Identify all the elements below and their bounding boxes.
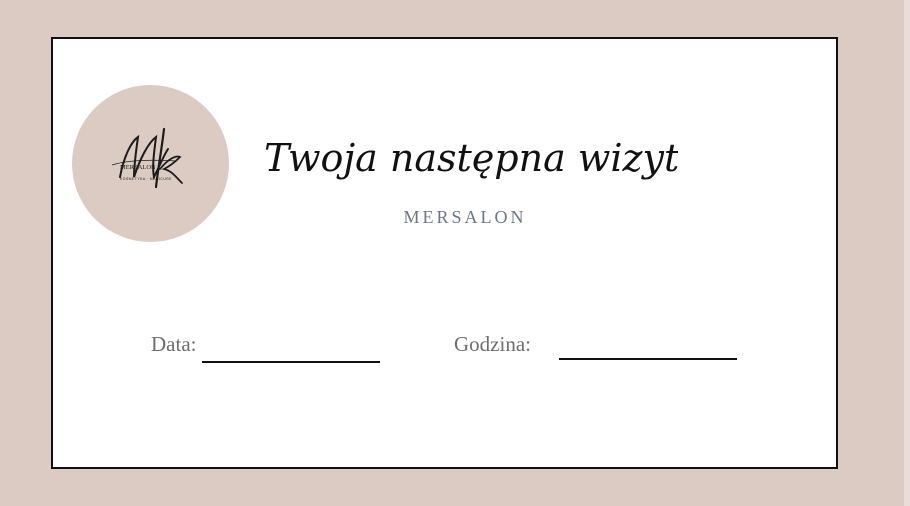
logo-tagline-text: KOSMETYKA · MANICURE	[120, 177, 172, 181]
monogram-logo-icon: MERSALON KOSMETYKA · MANICURE	[111, 127, 183, 189]
logo: MERSALON KOSMETYKA · MANICURE	[72, 85, 229, 242]
card-title: Twoja następna wizyta	[258, 117, 678, 197]
appointment-card: MERSALON KOSMETYKA · MANICURE Twoja nast…	[51, 37, 838, 469]
scrollbar[interactable]	[904, 0, 910, 506]
svg-text:Twoja następna wizyta: Twoja następna wizyta	[264, 136, 678, 180]
date-field-line[interactable]	[202, 361, 380, 363]
time-label: Godzina:	[454, 332, 531, 356]
logo-brand-text: MERSALON	[120, 164, 156, 171]
card-subtitle: MERSALON	[403, 207, 527, 227]
date-label: Data:	[151, 332, 197, 356]
time-field-line[interactable]	[559, 358, 737, 360]
card-title-script: Twoja następna wizyta	[264, 136, 678, 180]
